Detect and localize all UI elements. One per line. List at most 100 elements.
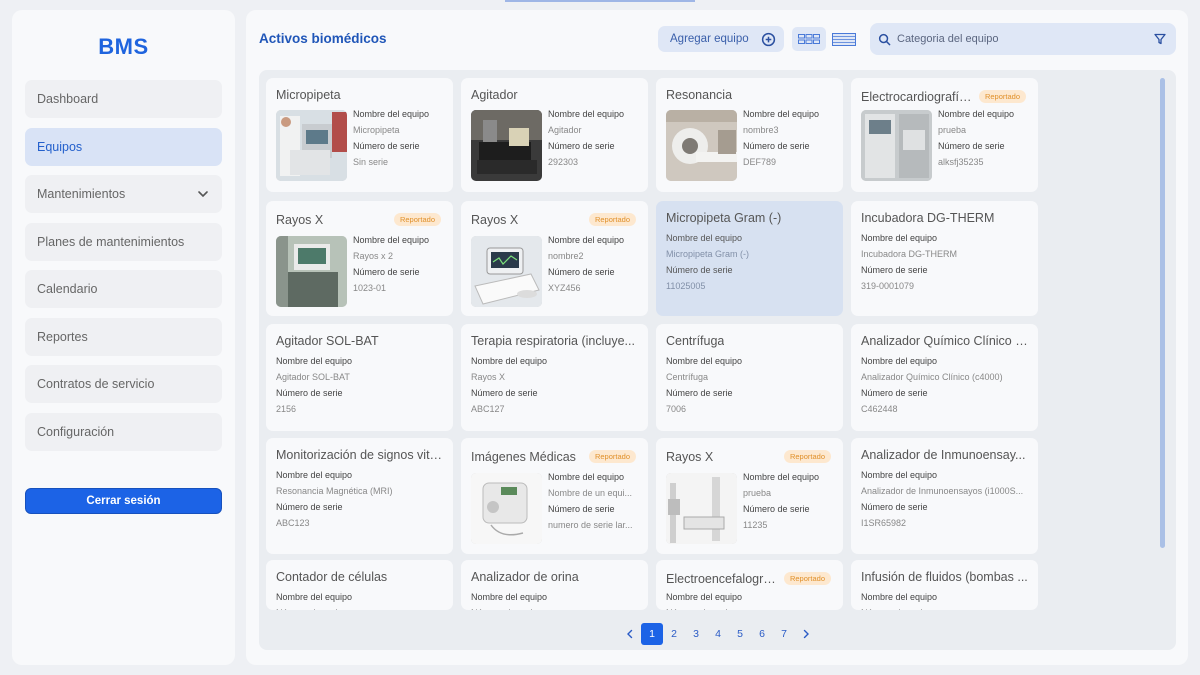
sidebar-item-contratos[interactable]: Contratos de servicio <box>25 365 222 403</box>
page-button[interactable]: 4 <box>707 623 729 645</box>
card-title: Rayos X <box>471 213 519 227</box>
status-badge: Reportado <box>783 572 831 585</box>
sidebar-item-dashboard[interactable]: Dashboard <box>25 80 222 118</box>
page-title: Activos biomédicos <box>259 31 387 46</box>
equipment-card[interactable]: Contador de células Nombre del equipo Núme… <box>266 560 453 610</box>
sidebar-item-label: Dashboard <box>37 92 99 106</box>
equipment-card[interactable]: Analizador de Inmunoensay... Nombre del e… <box>851 438 1038 554</box>
serial-number: XYZ456 <box>548 283 581 293</box>
serial-number: C462448 <box>861 404 898 414</box>
next-page-button[interactable] <box>795 623 817 645</box>
search-input[interactable] <box>897 33 1147 45</box>
equipment-photo <box>861 110 932 181</box>
field-label: Número de serie <box>666 265 733 275</box>
equipment-card[interactable]: Electroencefalogra... Reportado Nombre del… <box>656 560 843 610</box>
card-title: Analizador Químico Clínico (... <box>861 334 1029 348</box>
chevron-down-icon <box>198 191 208 198</box>
status-badge: Reportado <box>588 450 636 463</box>
pagination: 1 2 3 4 5 6 7 <box>619 623 817 645</box>
status-badge: Reportado <box>783 450 831 463</box>
equipment-card[interactable]: Micropipeta Nombre del equipo Micropipeta N… <box>266 78 453 192</box>
sidebar-item-calendario[interactable]: Calendario <box>25 270 222 308</box>
page-button[interactable]: 1 <box>641 623 663 645</box>
equipment-card[interactable]: Incubadora DG-THERM Nombre del equipo Incu… <box>851 201 1038 316</box>
page-button[interactable]: 3 <box>685 623 707 645</box>
add-equipment-button[interactable]: Agregar equipo <box>658 26 784 52</box>
equipment-card[interactable]: Rayos X Reportado Nombre del equipo prueba N… <box>656 438 843 554</box>
equipment-name: nombre3 <box>743 125 779 135</box>
sidebar-item-mantenimientos[interactable]: Mantenimientos <box>25 175 222 213</box>
card-fields: Nombre del equipo Analizador de Inmunoens… <box>861 467 1023 531</box>
equipment-name: Rayos x 2 <box>353 251 394 261</box>
card-fields: Nombre del equipo Rayos X Número de serie A… <box>471 353 547 417</box>
sidebar-item-planes[interactable]: Planes de mantenimientos <box>25 222 222 261</box>
card-title: Agitador SOL-BAT <box>276 334 379 348</box>
card-fields: Nombre del equipo nombre3 Número de serie D… <box>743 106 819 170</box>
equipment-photo <box>471 110 542 181</box>
card-fields: Nombre del equipo Rayos x 2 Número de seri… <box>353 232 429 296</box>
filter-icon[interactable] <box>1154 33 1166 45</box>
field-label: Número de serie <box>471 605 547 610</box>
equipment-photo <box>666 473 737 544</box>
equipment-name: Rayos X <box>471 372 506 382</box>
page-button[interactable]: 2 <box>663 623 685 645</box>
equipment-card[interactable]: Terapia respiratoria (incluye... Nombre d… <box>461 324 648 431</box>
equipment-name: prueba <box>743 488 772 498</box>
grid-view-toggle[interactable] <box>792 27 826 51</box>
equipment-card[interactable]: Rayos X Reportado Nombre del equipo nombre2… <box>461 201 648 316</box>
equipment-card[interactable]: Agitador Nombre del equipo Agitador Número … <box>461 78 648 192</box>
equipment-card[interactable]: Rayos X Reportado Nombre del equipo Rayos x… <box>266 201 453 316</box>
field-label: Número de serie <box>666 605 742 610</box>
sidebar-nav: Dashboard Equipos Mantenimientos Planes … <box>25 80 222 460</box>
sidebar-item-label: Reportes <box>37 329 88 344</box>
serial-number: Sin serie <box>353 157 389 167</box>
page-button[interactable]: 7 <box>773 623 795 645</box>
equipment-name: Micropipeta <box>353 125 400 135</box>
card-fields: Nombre del equipo Nombre de un equi... Núm… <box>548 469 633 533</box>
equipment-card[interactable]: Centrífuga Nombre del equipo Centrífuga Núm… <box>656 324 843 431</box>
equipment-card[interactable]: Resonancia Nombre del equipo nombre3 Número… <box>656 78 843 192</box>
equipment-name: Incubadora DG-THERM <box>861 249 958 259</box>
card-title: Infusión de fluidos (bombas ... <box>861 570 1028 584</box>
serial-number: ABC123 <box>276 518 310 528</box>
equipment-card[interactable]: Analizador de orina Nombre del equipo Núme… <box>461 560 648 610</box>
field-label: Nombre del equipo <box>548 235 625 245</box>
field-label: Nombre del equipo <box>548 472 625 482</box>
field-label: Número de serie <box>276 388 343 398</box>
sidebar-item-equipos[interactable]: Equipos <box>25 127 222 166</box>
equipment-name: Agitador <box>548 125 582 135</box>
prev-page-button[interactable] <box>619 623 641 645</box>
equipment-photo <box>471 473 542 544</box>
field-label: Número de serie <box>353 267 420 277</box>
equipment-card[interactable]: Infusión de fluidos (bombas ... Nombre de… <box>851 560 1038 610</box>
field-label: Nombre del equipo <box>743 109 820 119</box>
add-equipment-label: Agregar equipo <box>670 33 749 45</box>
equipment-card[interactable]: Agitador SOL-BAT Nombre del equipo Agitado… <box>266 324 453 431</box>
status-badge: Reportado <box>393 213 441 226</box>
card-fields: Nombre del equipo Analizador Químico Clín… <box>861 353 1003 417</box>
scrollbar[interactable] <box>1160 78 1165 548</box>
equipment-card[interactable]: Analizador Químico Clínico (... Nombre de… <box>851 324 1038 431</box>
card-fields: Nombre del equipo Resonancia Magnética (M… <box>276 467 393 531</box>
sidebar-item-configuracion[interactable]: Configuración <box>25 412 222 451</box>
equipment-card[interactable]: Monitorización de signos vita... Nombre d… <box>266 438 453 554</box>
logout-button[interactable]: Cerrar sesión <box>25 488 222 514</box>
page-button[interactable]: 5 <box>729 623 751 645</box>
field-label: Número de serie <box>548 141 615 151</box>
serial-number: 2156 <box>276 404 297 414</box>
serial-number: 11025005 <box>666 281 706 291</box>
field-label: Nombre del equipo <box>353 109 430 119</box>
sidebar-item-reportes[interactable]: Reportes <box>25 317 222 356</box>
equipment-card[interactable]: Micropipeta Gram (-) Nombre del equipo Mic… <box>656 201 843 316</box>
sidebar-item-label: Configuración <box>37 424 115 439</box>
equipment-card[interactable]: Imágenes Médicas Reportado Nombre del equi… <box>461 438 648 554</box>
grid-view-icon <box>798 34 820 44</box>
list-view-toggle[interactable] <box>830 27 858 51</box>
equipment-card[interactable]: Electrocardiografía... Reportado Nombre de… <box>851 78 1038 192</box>
page-button[interactable]: 6 <box>751 623 773 645</box>
field-label: Nombre del equipo <box>861 470 938 480</box>
equipment-name: Agitador SOL-BAT <box>276 372 350 382</box>
top-indicator <box>505 0 695 2</box>
chevron-right-icon <box>803 629 809 639</box>
serial-number: 7006 <box>666 404 687 414</box>
